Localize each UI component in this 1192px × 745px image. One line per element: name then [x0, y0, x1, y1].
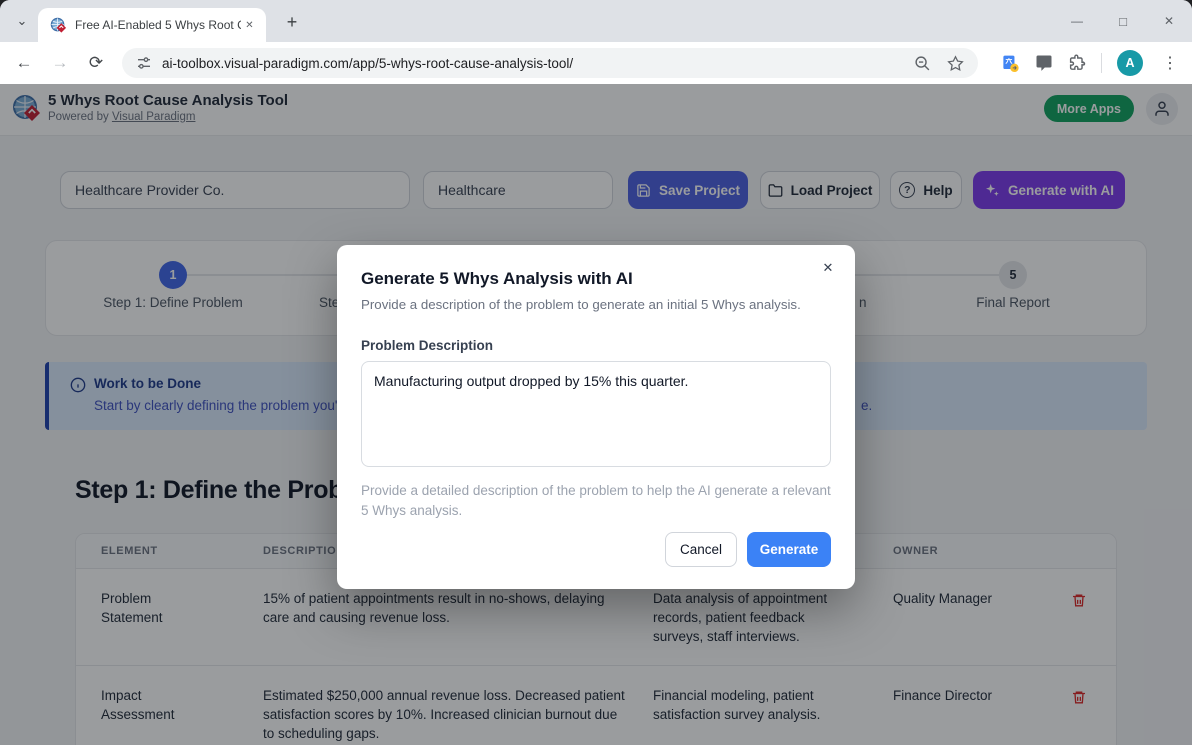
window-minimize-button[interactable]: —: [1054, 0, 1100, 42]
bookmark-star-icon[interactable]: [947, 55, 964, 72]
tab-strip: ⌄ Free AI-Enabled 5 Whys Root C ✕ + — □ …: [0, 0, 1192, 42]
generate-ai-modal: ✕ Generate 5 Whys Analysis with AI Provi…: [337, 245, 855, 589]
navbar-right-icons: A ⋮: [1001, 48, 1182, 78]
page-viewport: 5 Whys Root Cause Analysis Tool Powered …: [0, 84, 1192, 745]
address-bar[interactable]: ai-toolbox.visual-paradigm.com/app/5-why…: [122, 48, 978, 78]
window-maximize-button[interactable]: □: [1100, 0, 1146, 42]
chevron-down-icon: ⌄: [17, 13, 28, 29]
browser-window: ⌄ Free AI-Enabled 5 Whys Root C ✕ + — □ …: [0, 0, 1192, 745]
browser-tab[interactable]: Free AI-Enabled 5 Whys Root C ✕: [38, 8, 266, 42]
cancel-button[interactable]: Cancel: [665, 532, 737, 567]
modal-actions: Cancel Generate: [665, 532, 831, 567]
zoom-out-icon[interactable]: [914, 55, 931, 72]
field-helper-text: Provide a detailed description of the pr…: [361, 481, 833, 522]
divider: [1101, 53, 1102, 73]
tab-close-icon[interactable]: ✕: [241, 17, 258, 34]
browser-navbar: ← → ⟳ ai-toolbox.visual-paradigm.com/app…: [0, 42, 1192, 84]
back-button[interactable]: ←: [10, 49, 38, 77]
window-close-button[interactable]: ✕: [1146, 0, 1192, 42]
problem-description-label: Problem Description: [361, 338, 831, 353]
reload-button[interactable]: ⟳: [82, 49, 110, 77]
comment-icon[interactable]: [1035, 54, 1053, 72]
browser-menu-icon[interactable]: ⋮: [1158, 53, 1182, 73]
forward-button[interactable]: →: [46, 49, 74, 77]
modal-subtitle: Provide a description of the problem to …: [361, 297, 831, 312]
new-tab-button[interactable]: +: [280, 10, 304, 34]
translate-icon[interactable]: [1001, 54, 1020, 73]
modal-title: Generate 5 Whys Analysis with AI: [361, 269, 831, 289]
url-text[interactable]: ai-toolbox.visual-paradigm.com/app/5-why…: [162, 56, 906, 71]
site-favicon-icon: [50, 17, 67, 34]
generate-button[interactable]: Generate: [747, 532, 831, 567]
profile-avatar[interactable]: A: [1117, 50, 1143, 76]
site-info-tune-icon[interactable]: [136, 55, 152, 71]
modal-close-icon[interactable]: ✕: [817, 257, 839, 279]
tab-search-button[interactable]: ⌄: [10, 9, 34, 33]
problem-description-textarea[interactable]: Manufacturing output dropped by 15% this…: [361, 361, 831, 467]
extensions-puzzle-icon[interactable]: [1068, 54, 1086, 72]
window-controls: — □ ✕: [1054, 0, 1192, 42]
tab-title: Free AI-Enabled 5 Whys Root C: [75, 18, 241, 32]
